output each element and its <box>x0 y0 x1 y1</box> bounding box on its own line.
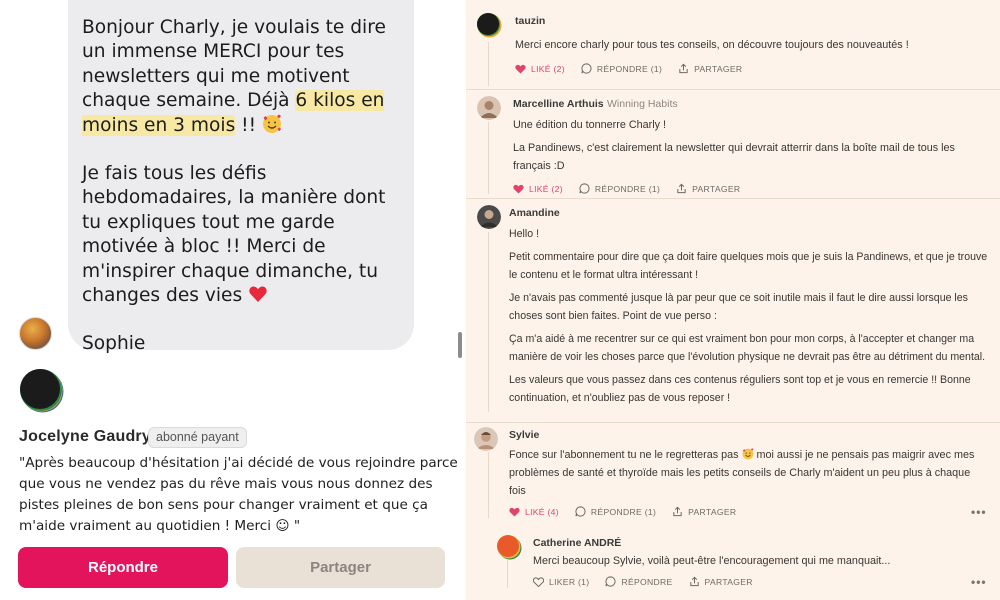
comment-author[interactable]: Sylvie <box>509 429 539 441</box>
comment-author[interactable]: tauzin <box>515 15 545 27</box>
reviewer-name: Jocelyne Gaudry <box>19 428 151 445</box>
share-icon <box>673 506 682 517</box>
share-action[interactable]: PARTAGER <box>676 183 740 194</box>
share-icon <box>679 63 688 74</box>
comment-bubble-icon <box>579 183 590 194</box>
commenter-avatar <box>477 96 501 120</box>
thread-line <box>488 232 489 412</box>
comment-text: Merci encore charly pour tous tes consei… <box>515 39 909 51</box>
reviewer-avatar <box>20 369 64 413</box>
comment-text: Fonce sur l'abonnement tu ne le regrette… <box>509 448 975 497</box>
comment-author[interactable]: Marcelline Arthuis <box>513 98 604 110</box>
heart-outline-icon <box>533 576 544 587</box>
reply-action[interactable]: RÉPONDRE <box>605 576 672 587</box>
thread-line <box>488 452 489 518</box>
commenter-avatar <box>477 13 502 38</box>
comment-actions: LIKER (1) RÉPONDRE PARTAGER <box>533 576 769 587</box>
commenter-avatar <box>477 205 501 229</box>
red-heart-icon <box>249 286 267 303</box>
comment-divider <box>466 198 1000 199</box>
more-options-icon[interactable]: ••• <box>971 575 987 589</box>
reply-action[interactable]: RÉPONDRE (1) <box>575 506 656 517</box>
heart-filled-icon <box>513 184 524 194</box>
comment-author[interactable]: Amandine <box>509 207 560 219</box>
comment-divider <box>466 422 1000 423</box>
comment-actions: LIKÉ (2) RÉPONDRE (1) PARTAGER <box>513 183 756 194</box>
review-text: "Après beaucoup d'hésitation j'ai décidé… <box>19 455 458 534</box>
comment-bubble-icon <box>575 506 586 517</box>
message-signature: Sophie <box>82 333 146 355</box>
smiling-face-hearts-icon <box>742 448 753 460</box>
comment-actions: LIKÉ (2) RÉPONDRE (1) PARTAGER <box>515 63 758 74</box>
share-action[interactable]: PARTAGER <box>689 576 753 587</box>
commenter-avatar <box>497 535 522 560</box>
reply-button[interactable]: Répondre <box>18 547 228 588</box>
message-bubble: Bonjour Charly, je voulais te dire un im… <box>68 0 414 354</box>
comment-text: Merci beaucoup Sylvie, voilà peut-être l… <box>533 555 891 567</box>
comment-divider <box>466 89 1000 90</box>
like-button[interactable]: LIKER (1) <box>533 577 589 587</box>
thread-line <box>488 42 489 86</box>
message-paragraph-2: Je fais tous les défis hebdomadaires, la… <box>82 163 386 307</box>
like-button[interactable]: LIKÉ (2) <box>513 184 563 194</box>
subscriber-badge: abonné payant <box>148 427 247 448</box>
comment-author[interactable]: Catherine ANDRÉ <box>533 537 621 549</box>
more-options-icon[interactable]: ••• <box>971 505 987 519</box>
author-tag: Winning Habits <box>607 98 678 110</box>
commenter-avatar <box>474 427 498 451</box>
sender-avatar <box>19 317 52 350</box>
reply-action[interactable]: RÉPONDRE (1) <box>579 183 660 194</box>
reply-action[interactable]: RÉPONDRE (1) <box>581 63 662 74</box>
share-action[interactable]: PARTAGER <box>672 506 736 517</box>
comment-bubble-icon <box>581 63 592 74</box>
like-button[interactable]: LIKÉ (4) <box>509 507 559 517</box>
comment-text: Une édition du tonnerre Charly ! La Pand… <box>513 119 955 172</box>
heart-filled-icon <box>509 507 520 517</box>
share-icon <box>689 576 699 587</box>
comment-bubble-icon <box>605 576 616 587</box>
like-button[interactable]: LIKÉ (2) <box>515 64 565 74</box>
comment-text: Hello ! Petit commentaire pour dire que … <box>509 228 988 404</box>
share-icon <box>677 183 686 194</box>
comment-actions: LIKÉ (4) RÉPONDRE (1) PARTAGER <box>509 506 752 517</box>
message-paragraph-1: Bonjour Charly, je voulais te dire un im… <box>82 17 386 136</box>
heart-filled-icon <box>515 64 526 74</box>
comments-panel: tauzin Merci encore charly pour tous tes… <box>466 0 1000 600</box>
share-button[interactable]: Partager <box>236 547 445 588</box>
left-panel: Bonjour Charly, je voulais te dire un im… <box>0 0 466 600</box>
smiling-face-hearts-icon <box>263 114 282 133</box>
thread-line <box>507 560 508 588</box>
thread-line <box>488 122 489 194</box>
share-action[interactable]: PARTAGER <box>678 63 742 74</box>
scrollbar[interactable] <box>458 332 462 358</box>
